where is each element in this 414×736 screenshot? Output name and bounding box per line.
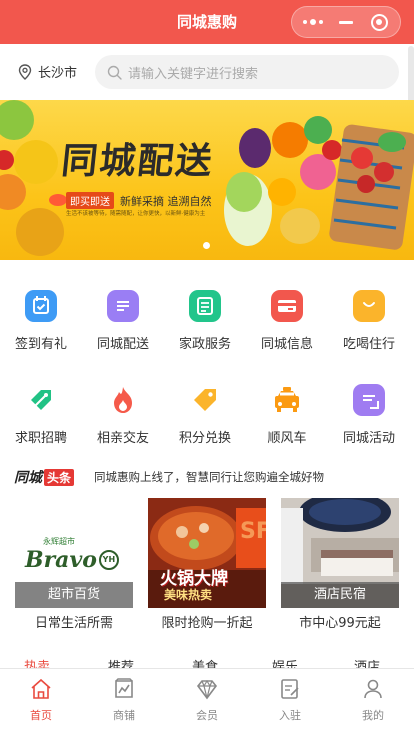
mini-program-capsule xyxy=(291,6,401,38)
location-pin-icon xyxy=(18,63,32,80)
home-icon xyxy=(31,678,51,699)
promo-banner[interactable]: 同城配送 即买即送 新鲜采摘 追溯自然 生活不该被等待，随需随配，让你更快，以新… xyxy=(0,100,414,260)
poster-subtitle: 美味热卖 xyxy=(164,588,213,602)
location-search-bar: 长沙市 请输入关键字进行搜索 xyxy=(0,44,414,100)
brand-name-cn: 永辉超市 xyxy=(43,537,75,546)
tab-label: 首页 xyxy=(30,709,52,722)
promo-card-supermarket[interactable]: 永辉超市 Bravo YH 超市百货 日常生活所需 xyxy=(15,498,133,631)
price-tag-icon xyxy=(189,384,221,416)
headline-badge: 头条 xyxy=(44,468,75,486)
category-housekeeping[interactable]: 家政服务 xyxy=(164,290,246,352)
tab-profile[interactable]: 我的 xyxy=(343,677,403,723)
banner-title: 同城配送 xyxy=(59,140,216,182)
section-tabs: 热卖 推荐 美食 娱乐 酒店 xyxy=(0,654,414,668)
headline-ticker[interactable]: 同城 头条 同城惠购上线了，智慧同行让您购遍全城好物 xyxy=(0,464,414,490)
search-icon xyxy=(107,65,122,80)
search-placeholder: 请输入关键字进行搜索 xyxy=(128,66,259,82)
category-label: 相亲交友 xyxy=(96,431,149,446)
headline-text: 同城惠购上线了，智慧同行让您购遍全城好物 xyxy=(94,470,325,484)
category-dating[interactable]: 相亲交友 xyxy=(82,384,164,446)
taxi-icon xyxy=(271,384,303,416)
promo-caption: 限时抢购一折起 xyxy=(161,616,253,631)
bottom-tabbar: 首页 商铺 会员 入驻 我的 xyxy=(0,668,414,736)
minus-icon xyxy=(338,20,353,24)
edit-icon xyxy=(281,679,299,699)
tab-join[interactable]: 入驻 xyxy=(260,677,320,723)
more-button[interactable] xyxy=(298,10,328,34)
tab-label: 入驻 xyxy=(279,709,301,722)
clipboard-icon xyxy=(353,384,385,416)
category-label: 顺风车 xyxy=(267,431,307,446)
document-list-icon xyxy=(189,290,221,322)
banner-subtext: 生活不该被等待，随需随配，让你更快，以新鲜·健康为主 xyxy=(66,211,206,217)
minimize-button[interactable] xyxy=(331,10,361,34)
shop-icon xyxy=(115,678,133,698)
promo-overlay: 超市百货 xyxy=(15,582,133,608)
user-icon xyxy=(364,679,382,699)
category-points[interactable]: 积分兑换 xyxy=(164,384,246,446)
top-navbar: 同城惠购 xyxy=(0,0,414,44)
tag-check-icon xyxy=(25,384,57,416)
category-label: 同城信息 xyxy=(260,337,313,352)
app-page: 同城惠购 长沙市 请输入关键字进行搜索 同城配送 即买即送 新鲜采摘 追溯自然 … xyxy=(0,0,414,736)
tab-membership[interactable]: 会员 xyxy=(177,677,237,723)
city-name: 长沙市 xyxy=(38,66,78,81)
category-delivery[interactable]: 同城配送 xyxy=(82,290,164,352)
section-tab[interactable]: 娱乐 xyxy=(272,656,298,668)
banner-tagline: 新鲜采摘 追溯自然 xyxy=(120,194,212,208)
card-icon xyxy=(271,290,303,322)
hotpot-image: SF 火锅大牌 美味热卖 xyxy=(148,498,266,608)
category-label: 同城配送 xyxy=(96,337,149,352)
shopping-bag-icon xyxy=(353,290,385,322)
close-ring-icon xyxy=(370,13,388,31)
headline-logo: 同城 头条 xyxy=(14,467,75,487)
hotel-image: 酒店民宿 xyxy=(281,498,399,608)
section-tab[interactable]: 热卖 xyxy=(24,656,50,668)
diamond-icon xyxy=(196,679,218,700)
svg-text:SF: SF xyxy=(240,519,266,544)
calendar-check-icon xyxy=(25,290,57,322)
section-tab[interactable]: 酒店 xyxy=(354,656,380,668)
list-card-icon xyxy=(107,290,139,322)
promo-card-hotel[interactable]: 酒店民宿 市中心99元起 xyxy=(281,498,399,631)
category-label: 吃喝住行 xyxy=(342,337,395,352)
tab-label: 我的 xyxy=(362,709,384,722)
close-button[interactable] xyxy=(364,10,394,34)
promo-caption: 日常生活所需 xyxy=(34,616,113,631)
category-label: 同城活动 xyxy=(342,431,395,446)
category-label: 家政服务 xyxy=(178,337,231,352)
search-input[interactable]: 请输入关键字进行搜索 xyxy=(95,55,399,89)
category-food-travel[interactable]: 吃喝住行 xyxy=(328,290,410,352)
promo-card-flash-sale[interactable]: SF 火锅大牌 美味热卖 限时抢购一折起 xyxy=(148,498,266,631)
promo-overlay: 酒店民宿 xyxy=(281,582,399,608)
brand-mark: YH xyxy=(98,550,119,570)
headline-logo-text: 同城 xyxy=(14,470,42,486)
banner-tagline-row: 即买即送 新鲜采摘 追溯自然 xyxy=(66,192,212,209)
banner-indicator-dot[interactable] xyxy=(203,242,210,249)
buy-now-badge: 即买即送 xyxy=(66,192,114,209)
section-tab[interactable]: 推荐 xyxy=(108,656,134,668)
brand-logo: 永辉超市 Bravo YH xyxy=(25,536,125,573)
section-tab[interactable]: 美食 xyxy=(192,656,218,668)
tab-home[interactable]: 首页 xyxy=(11,677,71,723)
more-dots-icon xyxy=(302,19,323,25)
category-checkin[interactable]: 签到有礼 xyxy=(0,290,82,352)
category-label: 积分兑换 xyxy=(178,431,231,446)
flame-icon xyxy=(107,384,139,416)
category-local-info[interactable]: 同城信息 xyxy=(246,290,328,352)
city-selector[interactable]: 长沙市 xyxy=(18,62,77,81)
category-label: 求职招聘 xyxy=(14,431,67,446)
category-jobs[interactable]: 求职招聘 xyxy=(0,384,82,446)
category-label: 签到有礼 xyxy=(14,337,67,352)
tab-label: 商铺 xyxy=(113,709,135,722)
tab-label: 会员 xyxy=(196,709,218,722)
category-events[interactable]: 同城活动 xyxy=(328,384,410,446)
tab-shops[interactable]: 商铺 xyxy=(94,677,154,723)
brand-name-en: Bravo xyxy=(25,547,97,573)
promo-caption: 市中心99元起 xyxy=(299,616,381,631)
supermarket-image: 永辉超市 Bravo YH 超市百货 xyxy=(15,498,133,608)
category-carpool[interactable]: 顺风车 xyxy=(246,384,328,446)
